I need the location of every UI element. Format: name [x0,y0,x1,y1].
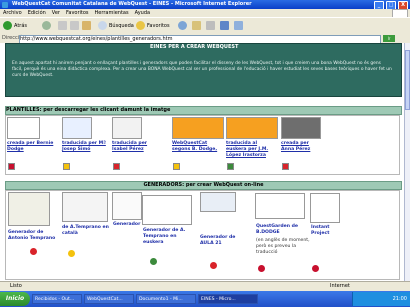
print-icon [206,21,215,30]
menu-ver[interactable]: Ver [49,9,63,17]
plantilles-header: PLANTILLES: per descarregar les clicant … [5,106,402,115]
plantilla-thumb-5[interactable] [226,117,278,139]
plantilla-link-6[interactable]: creada per Anna Pérez [281,141,323,153]
spanish-flag-icon [210,262,217,269]
plantilla-link-5[interactable]: traducida al euskera per J.M. López Iras… [226,141,278,159]
spanish-flag-icon [30,248,37,255]
search-icon [98,21,107,30]
generador-link-2[interactable]: de A.Temprano en català [62,225,110,237]
stop-icon [58,21,67,30]
menu-archivo[interactable]: Archivo [0,9,25,17]
generador-thumb-6[interactable] [255,193,305,219]
generador-link-7[interactable]: Instant Project [311,225,343,237]
status-zone: Internet [330,283,350,289]
discuss-button[interactable] [234,21,245,31]
refresh-icon [70,21,79,30]
generador-thumb-5[interactable] [200,192,236,212]
forward-arrow-icon [42,21,51,30]
home-button[interactable] [82,21,93,31]
generador-thumb-3[interactable] [112,192,142,220]
generador-link-5[interactable]: Generador de AULA 21 [200,235,250,247]
mail-icon [192,21,201,30]
status-text: Listo [10,283,22,289]
title-bar: WebQuestCat Comunitat Catalana de WebQue… [0,0,410,10]
taskbar-item-4[interactable]: EINES - Micro... [198,294,258,304]
star-icon [136,21,145,30]
taskbar-item-3[interactable]: Documento1 - Mi... [136,294,196,304]
forward-button[interactable] [42,21,53,31]
basque-flag-icon [227,163,234,170]
back-label: Atrás [14,23,28,29]
favorites-button[interactable]: Favoritos [136,21,170,31]
clock: 21:00 [392,296,407,302]
menu-ayuda[interactable]: Ayuda [132,9,153,17]
plantilla-thumb-2[interactable] [62,117,92,139]
english-flag-icon [258,265,265,272]
menu-herramientas[interactable]: Herramientas [92,9,132,17]
scrollbar-thumb[interactable] [405,50,410,110]
home-icon [82,21,91,30]
back-arrow-icon [3,21,12,30]
generador-link-6[interactable]: QuestGarden de B.DODGE [256,224,308,236]
plantilla-thumb-6[interactable] [281,117,321,139]
plantilla-thumb-1[interactable] [7,117,40,139]
menu-edicion[interactable]: Edición [25,9,49,17]
back-button[interactable]: Atrás [3,21,27,31]
generador-note: (en anglès de moment, però es preveu la … [256,238,310,255]
search-label: Búsqueda [109,23,134,29]
catalan-flag-icon [68,250,75,257]
plantilla-link-1[interactable]: creada per Bernie Dodge [7,141,55,153]
refresh-button[interactable] [70,21,81,31]
start-button[interactable]: Inicio [0,292,30,306]
history-button[interactable] [178,21,189,31]
ie-icon [2,2,8,8]
generadors-header: GENERADORS: per crear WebQuest on-line [5,181,402,190]
generador-link-4[interactable]: Generador de A. Temprano en euskera [143,228,193,246]
catalan-flag-icon [173,163,180,170]
generador-thumb-2[interactable] [62,192,108,222]
menu-favoritos[interactable]: Favoritos [63,9,92,17]
menu-bar: Archivo Edición Ver Favoritos Herramientas Ay… [0,9,410,17]
plantilla-link-4[interactable]: WebQuestCat segons B. Dodge, [172,141,224,153]
spanish-flag-icon [282,163,289,170]
mail-button[interactable] [192,21,203,31]
window-title: WebQuestCat Comunitat Catalana de WebQue… [12,1,252,7]
english-flag-icon [8,163,15,170]
generador-link-1[interactable]: Generador de Antonio Temprano [8,230,56,242]
taskbar-item-2[interactable]: WebQuestCat... [84,294,134,304]
spanish-flag-icon [113,163,120,170]
taskbar-item-1[interactable]: Recibidos - Out... [32,294,82,304]
stop-button[interactable] [58,21,69,31]
catalan-flag-icon [63,163,70,170]
plantilla-link-3[interactable]: traducida per Isabel Pérez [112,141,164,153]
generador-thumb-7[interactable] [310,193,340,223]
edit-icon [220,21,229,30]
favorites-label: Favoritos [147,23,170,29]
search-button[interactable]: Búsqueda [98,21,134,31]
english-flag-icon [312,265,319,272]
plantilla-thumb-4[interactable] [172,117,224,139]
plantilla-thumb-3[interactable] [112,117,142,139]
system-tray: 21:00 [352,292,410,306]
discuss-icon [234,21,243,30]
go-button[interactable]: Ir [383,35,395,42]
basque-flag-icon [150,258,157,265]
print-button[interactable] [206,21,217,31]
edit-button[interactable] [220,21,231,31]
plantilla-link-2[interactable]: traducida per Mª Josep Simó [62,141,110,153]
intro-title: EINES PER A CREAR WEBQUEST [150,44,239,50]
generador-link-3[interactable]: Generador [113,222,143,228]
generador-thumb-4[interactable] [142,195,192,225]
generador-thumb-1[interactable] [8,192,50,226]
history-icon [178,21,187,30]
intro-text: En aquest apartat hi anirem penjant o en… [12,61,392,78]
